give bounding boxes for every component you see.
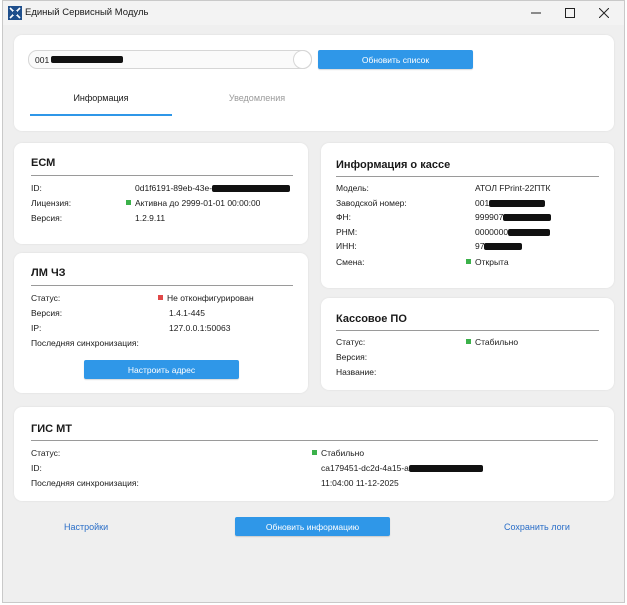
- close-icon: [599, 8, 609, 18]
- redacted-value: [212, 185, 291, 192]
- save-logs-link[interactable]: Сохранить логи: [504, 522, 570, 532]
- kassa-title: Информация о кассе: [336, 159, 451, 171]
- close-button[interactable]: [590, 4, 618, 22]
- refresh-info-button[interactable]: Обновить информацию: [235, 517, 390, 536]
- redacted-value: [503, 214, 552, 221]
- maximize-icon: [565, 8, 575, 18]
- configure-address-button[interactable]: Настроить адрес: [84, 360, 239, 379]
- minimize-button[interactable]: [522, 4, 550, 22]
- pos-name-label: Название:: [336, 367, 377, 377]
- minimize-icon: [531, 12, 541, 14]
- esm-license-label: Лицензия:: [31, 198, 72, 208]
- redacted-value: [489, 200, 546, 207]
- gis-id-value: ca179451-dc2d-4a15-a: [321, 463, 483, 473]
- pos-software-card: Кассовое ПО Статус: Стабильно Версия: На…: [321, 298, 614, 390]
- pos-title: Кассовое ПО: [336, 313, 407, 325]
- divider: [31, 175, 293, 176]
- device-select-input[interactable]: 001: [28, 50, 312, 69]
- refresh-list-button[interactable]: Обновить список: [318, 50, 473, 69]
- status-ok-icon: [466, 339, 471, 344]
- lm-status-label: Статус:: [31, 293, 61, 303]
- title-bar: Единый Сервисный Модуль: [3, 1, 624, 25]
- gis-id-label: ID:: [31, 463, 42, 473]
- kassa-serial-label: Заводской номер:: [336, 198, 407, 208]
- divider: [31, 285, 293, 286]
- kassa-shift-label: Смена:: [336, 257, 365, 267]
- tab-information[interactable]: Информация: [30, 93, 172, 103]
- app-window: Единый Сервисный Модуль 001 Обновить спи…: [2, 0, 625, 603]
- device-input-value: 001: [35, 55, 50, 65]
- redacted-value: [484, 243, 523, 250]
- kassa-fn-label: ФН:: [336, 212, 351, 222]
- gis-sync-label: Последняя синхронизация:: [31, 478, 139, 488]
- lm-ip-label: IP:: [31, 323, 42, 333]
- status-ok-icon: [126, 200, 131, 205]
- gis-sync-value: 11:04:00 11-12-2025: [321, 478, 399, 488]
- pos-version-label: Версия:: [336, 352, 368, 362]
- active-tab-indicator: [30, 114, 172, 116]
- window-title: Единый Сервисный Модуль: [25, 7, 149, 18]
- app-logo-icon: [8, 6, 22, 20]
- kassa-info-card: Информация о кассе Модель: АТОЛ FPrint-2…: [321, 143, 614, 288]
- esm-id-value: 0d1f6191-89eb-43e-: [135, 183, 291, 193]
- divider: [336, 176, 599, 177]
- lm-card: ЛМ ЧЗ Статус: Не отконфигурирован Версия…: [14, 253, 308, 393]
- divider: [336, 330, 599, 331]
- redacted-value: [408, 465, 483, 472]
- esm-id-label: ID:: [31, 183, 42, 193]
- redacted-value: [508, 229, 551, 236]
- esm-title: ЕСМ: [31, 157, 56, 169]
- dropdown-toggle[interactable]: [293, 50, 312, 69]
- pos-status-value: Стабильно: [466, 337, 518, 347]
- status-ok-icon: [312, 450, 317, 455]
- lm-sync-label: Последняя синхронизация:: [31, 338, 139, 348]
- lm-version-value: 1.4.1-445: [169, 308, 205, 318]
- esm-version-label: Версия:: [31, 213, 63, 223]
- gis-status-value: Стабильно: [312, 448, 364, 458]
- tab-notifications[interactable]: Уведомления: [186, 93, 328, 103]
- esm-version-value: 1.2.9.11: [135, 213, 166, 223]
- gis-mt-card: ГИС МТ Статус: Стабильно ID: ca179451-dc…: [14, 407, 614, 501]
- lm-version-label: Версия:: [31, 308, 63, 318]
- esm-card: ЕСМ ID: 0d1f6191-89eb-43e- Лицензия: Акт…: [14, 143, 308, 244]
- lm-status-value: Не отконфигурирован: [158, 293, 254, 303]
- kassa-serial-value: 001: [475, 198, 546, 208]
- kassa-rnm-label: РНМ:: [336, 227, 358, 237]
- kassa-fn-value: 999907: [475, 212, 552, 222]
- esm-license-value: Активна до 2999-01-01 00:00:00: [126, 198, 260, 208]
- lm-ip-value: 127.0.0.1:50063: [169, 323, 231, 333]
- status-ok-icon: [466, 259, 471, 264]
- redacted-value: [51, 56, 123, 63]
- divider: [31, 440, 598, 441]
- kassa-model-value: АТОЛ FPrint-22ПТК: [475, 183, 551, 193]
- maximize-button[interactable]: [556, 4, 584, 22]
- lm-title: ЛМ ЧЗ: [31, 267, 66, 279]
- gis-title: ГИС МТ: [31, 423, 73, 435]
- kassa-shift-value: Открыта: [466, 257, 509, 267]
- kassa-model-label: Модель:: [336, 183, 369, 193]
- kassa-rnm-value: 0000000: [475, 227, 551, 237]
- device-panel: 001 Обновить список Информация Уведомлен…: [14, 35, 614, 131]
- kassa-inn-label: ИНН:: [336, 241, 357, 251]
- gis-status-label: Статус:: [31, 448, 61, 458]
- kassa-inn-value: 97: [475, 241, 523, 251]
- pos-status-label: Статус:: [336, 337, 366, 347]
- status-error-icon: [158, 295, 163, 300]
- settings-link[interactable]: Настройки: [64, 522, 108, 532]
